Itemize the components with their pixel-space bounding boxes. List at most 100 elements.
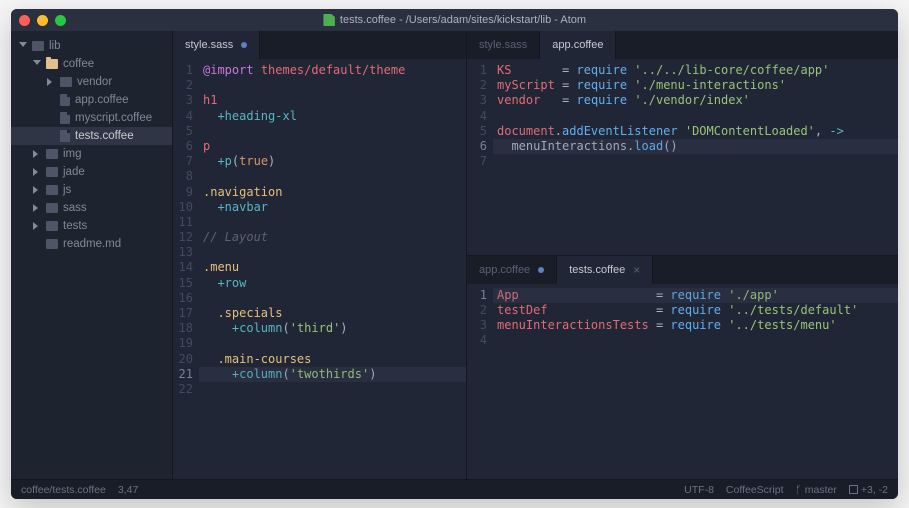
caret-right-icon <box>33 150 41 158</box>
status-cursor-position[interactable]: 3,47 <box>118 484 138 496</box>
close-icon[interactable] <box>19 15 30 26</box>
tree-item-label: jade <box>63 166 85 178</box>
status-encoding[interactable]: UTF-8 <box>684 484 714 496</box>
code-line: +row <box>199 276 466 291</box>
right-pane: style.sass app.coffee 1234567KS = require… <box>467 31 898 479</box>
left-pane: style.sass 12345678910111213141516171819… <box>173 31 467 479</box>
folder-open-icon <box>46 185 58 195</box>
tree-item[interactable]: sass <box>11 199 172 217</box>
code-line <box>199 215 466 230</box>
window-title: tests.coffee - /Users/adam/sites/kicksta… <box>323 14 586 26</box>
tree-item[interactable]: tests.coffee <box>11 127 172 145</box>
tree-item[interactable]: readme.md <box>11 235 172 253</box>
code-line: KS = require '../../lib-core/coffee/app' <box>493 63 898 78</box>
code-line <box>199 382 466 397</box>
code-line: .main-courses <box>199 352 466 367</box>
cursor-line-highlight <box>493 139 898 154</box>
code-line: @import themes/default/theme <box>199 63 466 78</box>
tab-bar[interactable]: style.sass app.coffee <box>467 31 898 59</box>
status-file-path[interactable]: coffee/tests.coffee <box>21 484 106 496</box>
tree-item[interactable]: js <box>11 181 172 199</box>
folder-open-icon <box>46 203 58 213</box>
code-line <box>493 154 898 169</box>
editor[interactable]: 1234App = require './app'testDef = requi… <box>467 284 898 480</box>
folder-open-icon <box>46 167 58 177</box>
tree-item[interactable]: coffee <box>11 55 172 73</box>
status-git-branch[interactable]: ᚶ master <box>796 484 837 496</box>
modified-icon <box>538 267 544 273</box>
code-line: testDef = require '../tests/default' <box>493 303 898 318</box>
tab-bar[interactable]: style.sass <box>173 31 466 59</box>
tab-bar[interactable]: app.coffeetests.coffee× <box>467 256 898 284</box>
tab[interactable]: tests.coffee× <box>557 256 653 284</box>
folder-open-icon <box>60 77 72 87</box>
cursor-line-highlight <box>493 288 898 303</box>
code-area[interactable]: App = require './app'testDef = require '… <box>493 284 898 480</box>
code-line <box>199 291 466 306</box>
folder-open-icon <box>46 149 58 159</box>
app-window: tests.coffee - /Users/adam/sites/kicksta… <box>11 9 898 499</box>
tree-item[interactable]: jade <box>11 163 172 181</box>
tree-item[interactable]: lib <box>11 37 172 55</box>
minimize-icon[interactable] <box>37 15 48 26</box>
tree-item-label: img <box>63 148 82 160</box>
tree-item-label: tests.coffee <box>75 130 134 142</box>
file-icon <box>60 130 70 142</box>
code-line: +column('third') <box>199 321 466 336</box>
editor[interactable]: 1234567KS = require '../../lib-core/coff… <box>467 59 898 255</box>
caret-right-icon <box>33 168 41 176</box>
tab[interactable]: style.sass <box>467 31 540 59</box>
editor[interactable]: 12345678910111213141516171819202122@impo… <box>173 59 466 479</box>
tree-view[interactable]: lib coffee vendor app.coffee myscript.coffee… <box>11 31 173 479</box>
titlebar[interactable]: tests.coffee - /Users/adam/sites/kicksta… <box>11 9 898 31</box>
code-line: +p(true) <box>199 154 466 169</box>
code-line: +heading-xl <box>199 109 466 124</box>
caret-right-icon <box>33 204 41 212</box>
code-line <box>199 78 466 93</box>
tree-item[interactable]: myscript.coffee <box>11 109 172 127</box>
code-line: vendor = require './vendor/index' <box>493 93 898 108</box>
book-icon <box>46 239 58 249</box>
code-area[interactable]: KS = require '../../lib-core/coffee/app'… <box>493 59 898 255</box>
tree-item-label: myscript.coffee <box>75 112 152 124</box>
code-line: menuInteractionsTests = require '../test… <box>493 318 898 333</box>
status-git-diff[interactable]: +3, -2 <box>849 484 888 496</box>
tree-item-label: lib <box>49 40 61 52</box>
file-icon <box>323 14 335 26</box>
status-bar: coffee/tests.coffee 3,47 UTF-8 CoffeeScr… <box>11 479 898 499</box>
code-line: myScript = require './menu-interactions' <box>493 78 898 93</box>
file-icon <box>60 112 70 124</box>
tree-item-label: readme.md <box>63 238 121 250</box>
tree-item[interactable]: img <box>11 145 172 163</box>
window-title-text: tests.coffee - /Users/adam/sites/kicksta… <box>340 14 586 26</box>
tree-item[interactable]: vendor <box>11 73 172 91</box>
code-line <box>493 333 898 348</box>
folder-icon <box>46 59 58 69</box>
gutter: 1234567 <box>467 59 493 255</box>
code-line <box>493 109 898 124</box>
code-area[interactable]: @import themes/default/themeh1 +heading-… <box>199 59 466 479</box>
code-line: +navbar <box>199 200 466 215</box>
caret-right-icon <box>33 222 41 230</box>
window-controls <box>19 15 66 26</box>
tab-label: app.coffee <box>552 39 603 51</box>
tab[interactable]: app.coffee <box>467 256 557 284</box>
app-body: lib coffee vendor app.coffee myscript.coffee… <box>11 31 898 479</box>
code-line <box>199 124 466 139</box>
zoom-icon[interactable] <box>55 15 66 26</box>
tree-item-label: js <box>63 184 71 196</box>
gutter: 1234 <box>467 284 493 480</box>
modified-icon <box>241 42 247 48</box>
tab[interactable]: style.sass <box>173 31 260 59</box>
right-bottom-pane: app.coffeetests.coffee× 1234App = requir… <box>467 256 898 480</box>
tree-item-label: vendor <box>77 76 112 88</box>
tree-item[interactable]: app.coffee <box>11 91 172 109</box>
file-icon <box>60 94 70 106</box>
status-grammar[interactable]: CoffeeScript <box>726 484 784 496</box>
caret-right-icon <box>47 78 55 86</box>
tree-item[interactable]: tests <box>11 217 172 235</box>
tree-item-label: tests <box>63 220 87 232</box>
tab[interactable]: app.coffee <box>540 31 616 59</box>
close-tab-icon[interactable]: × <box>633 263 640 277</box>
diff-icon <box>849 485 858 494</box>
